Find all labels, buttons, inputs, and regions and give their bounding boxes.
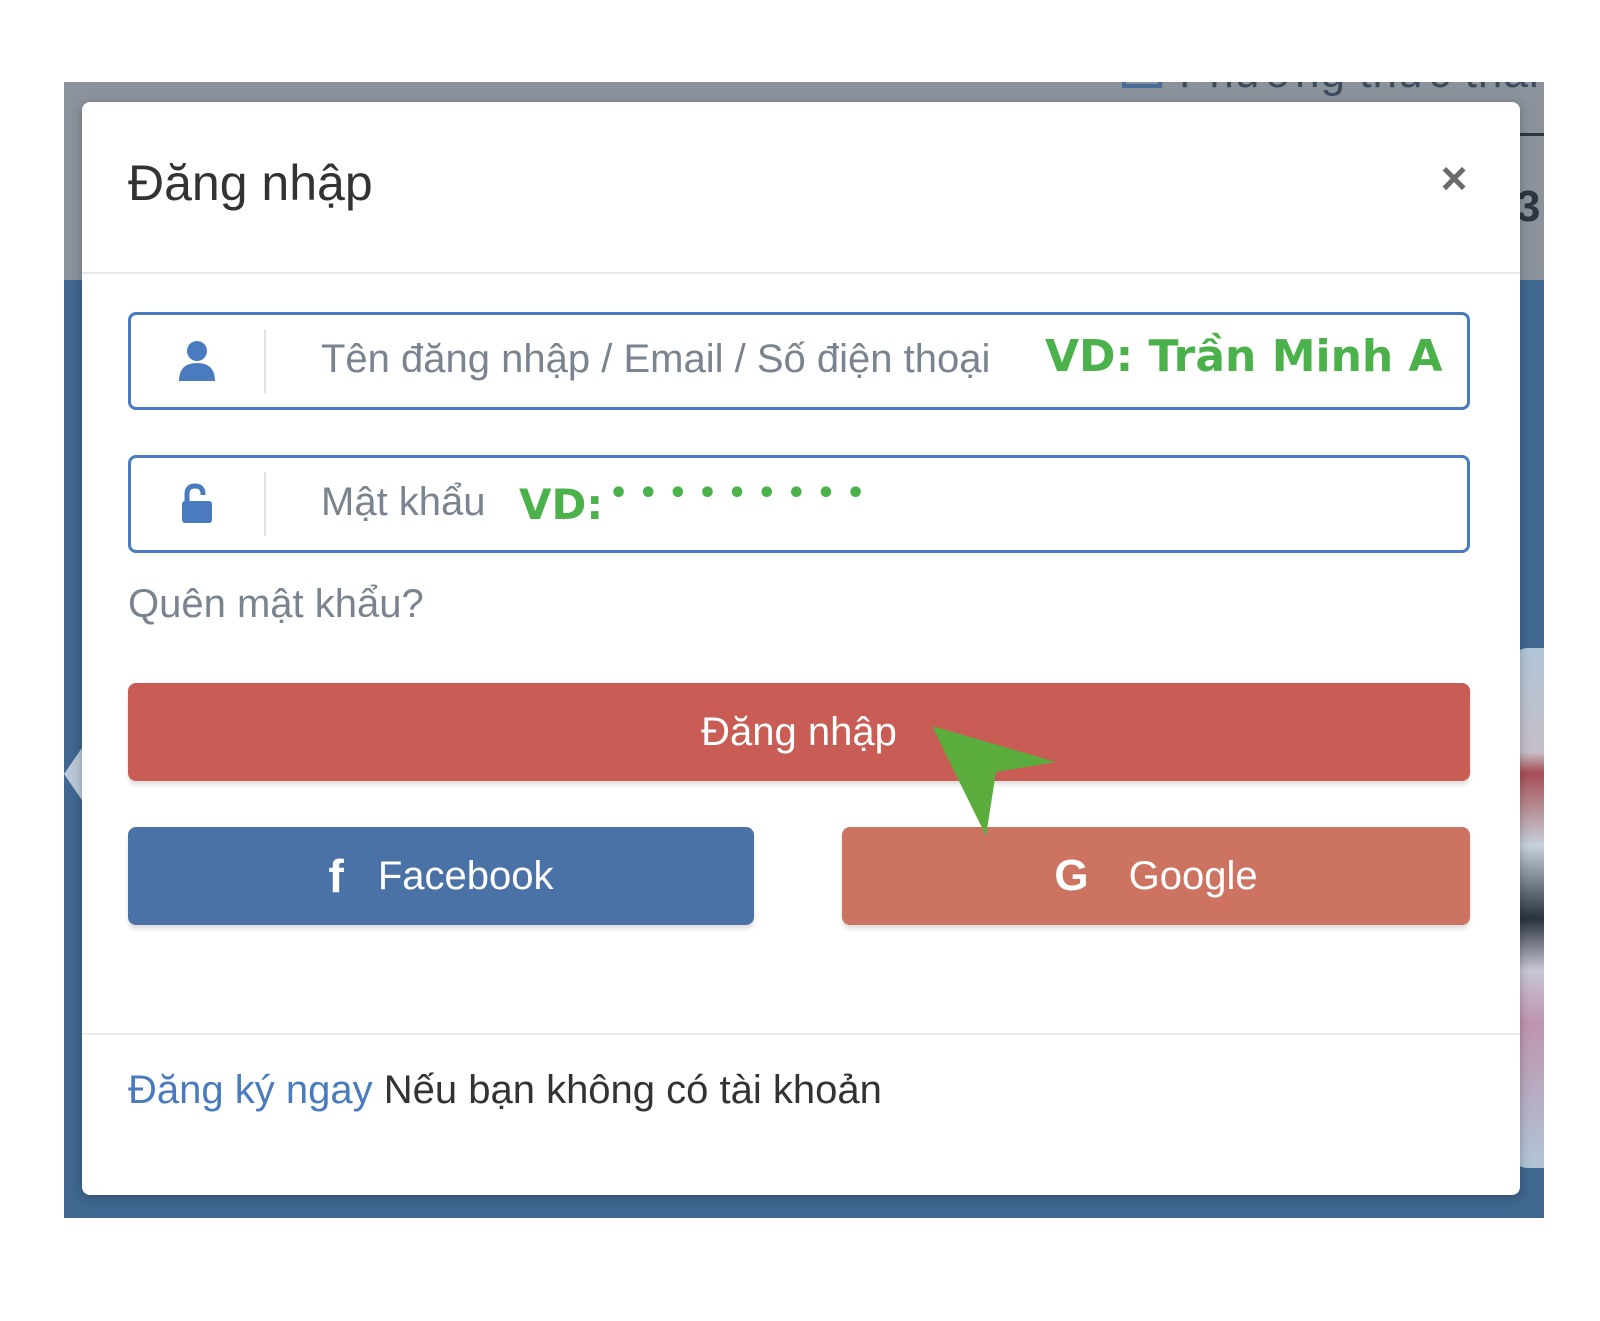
login-button[interactable]: Đăng nhập xyxy=(128,683,1470,781)
facebook-login-button[interactable]: f Facebook xyxy=(128,827,754,925)
password-placeholder: Mật khẩu xyxy=(321,480,486,524)
footer-divider xyxy=(82,1033,1520,1035)
username-field[interactable]: Tên đăng nhập / Email / Số điện thoại VD… xyxy=(128,312,1470,410)
user-icon xyxy=(131,315,263,407)
register-text: Nếu bạn không có tài khoản xyxy=(383,1068,882,1112)
close-button[interactable]: × xyxy=(1432,155,1476,201)
google-button-label: Google xyxy=(1128,853,1258,898)
forgot-password-link[interactable]: Quên mật khẩu? xyxy=(128,582,424,627)
password-example-prefix: VD: xyxy=(519,480,604,529)
facebook-button-label: Facebook xyxy=(377,853,554,898)
facebook-icon: f xyxy=(328,850,344,902)
register-link[interactable]: Đăng ký ngay xyxy=(128,1068,373,1112)
field-separator xyxy=(264,329,266,393)
username-placeholder: Tên đăng nhập / Email / Số điện thoại xyxy=(321,337,991,381)
password-example-dots: • • • • • • • • • xyxy=(609,476,866,511)
register-line: Đăng ký ngay Nếu bạn không có tài khoản xyxy=(128,1068,882,1113)
modal-title: Đăng nhập xyxy=(128,155,373,211)
google-icon: G xyxy=(1054,851,1089,900)
background-tab-text: Phương thức thanh xyxy=(1179,82,1544,98)
google-login-button[interactable]: G Google xyxy=(842,827,1470,925)
payment-icon xyxy=(1122,82,1162,88)
login-button-label: Đăng nhập xyxy=(701,709,897,754)
unlock-icon xyxy=(131,458,263,550)
modal-header: Đăng nhập × xyxy=(82,102,1520,274)
username-example-hint: VD: Trần Minh A xyxy=(1045,331,1443,382)
password-field[interactable]: Mật khẩu VD: • • • • • • • • • xyxy=(128,455,1470,553)
login-modal: Đăng nhập × Tên đăng nhập / Email / Số đ… xyxy=(82,102,1520,1195)
field-separator xyxy=(264,472,266,536)
